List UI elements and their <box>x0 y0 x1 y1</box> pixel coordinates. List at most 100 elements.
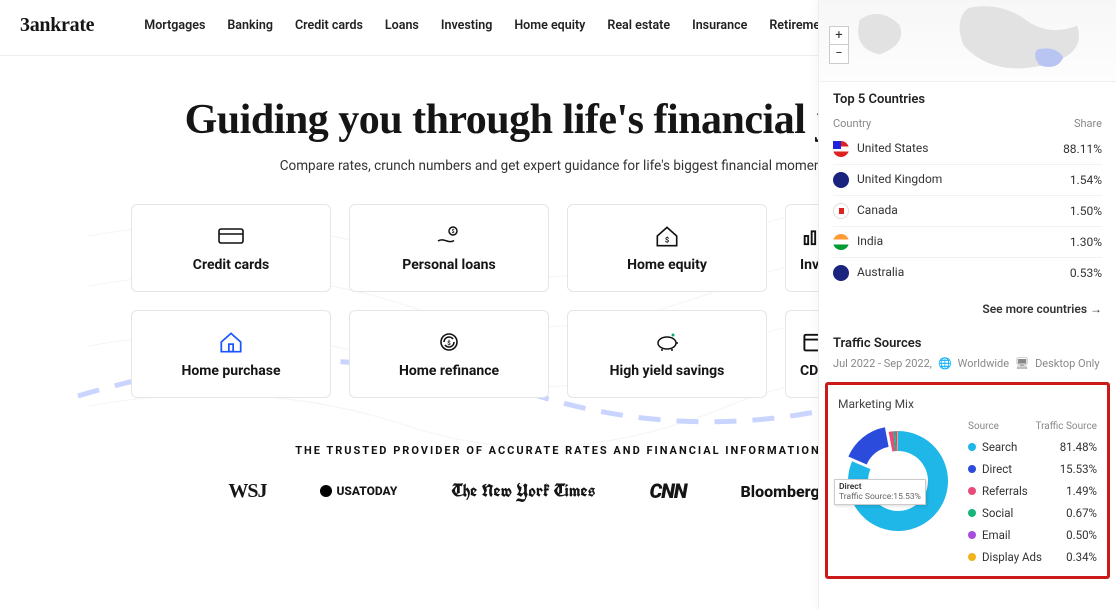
legend-value: 0.34% <box>1066 550 1097 564</box>
nav-loans[interactable]: Loans <box>385 18 419 33</box>
card-high-yield-savings[interactable]: High yield savings <box>567 310 767 398</box>
country-row[interactable]: United States 88.11% <box>833 134 1102 165</box>
legend-value: 15.53% <box>1060 462 1097 476</box>
flag-icon <box>833 172 849 188</box>
nav-real-estate[interactable]: Real estate <box>607 18 670 33</box>
legend-value: 81.48% <box>1060 440 1097 454</box>
donut-tooltip: Direct Traffic Source:15.53% <box>834 479 926 505</box>
legend-value: 1.49% <box>1066 484 1097 498</box>
svg-text:$: $ <box>447 340 451 347</box>
legend-value: 0.67% <box>1066 506 1097 520</box>
nav-mortgages[interactable]: Mortgages <box>144 18 205 33</box>
traffic-sources-section: Traffic Sources Jul 2022 - Sep 2022, 🌐 W… <box>819 324 1116 376</box>
country-name: India <box>857 234 883 248</box>
legend-label: Referrals <box>982 484 1028 498</box>
legend-label: Email <box>982 528 1010 542</box>
country-name: Canada <box>857 203 898 217</box>
legend-label: Social <box>982 506 1013 520</box>
svg-text:$: $ <box>665 235 669 244</box>
country-share: 0.53% <box>1070 266 1102 280</box>
marketing-mix-donut[interactable]: Direct Traffic Source:15.53% <box>838 421 958 541</box>
col-share: Share <box>1074 117 1102 130</box>
legend-row[interactable]: Email 0.50% <box>968 524 1097 546</box>
nav-investing[interactable]: Investing <box>441 18 492 33</box>
legend-swatch <box>968 531 976 539</box>
legend-swatch <box>968 553 976 561</box>
flag-icon <box>833 203 849 219</box>
legend-hdr-traffic: Traffic Source <box>1036 421 1097 432</box>
nyt-logo: The New York Times <box>451 479 595 503</box>
refinance-icon: $ <box>435 329 463 355</box>
marketing-mix-title: Marketing Mix <box>838 397 1097 411</box>
nav-home-equity[interactable]: Home equity <box>514 18 585 33</box>
nav-insurance[interactable]: Insurance <box>692 18 747 33</box>
main-nav: Mortgages Banking Credit cards Loans Inv… <box>144 18 831 33</box>
hand-coin-icon: $ <box>435 223 463 249</box>
card-label: Home equity <box>627 257 707 273</box>
card-credit-cards[interactable]: Credit cards <box>131 204 331 292</box>
wsj-logo: WSJ <box>228 480 266 503</box>
country-row[interactable]: United Kingdom1.54% <box>833 165 1102 196</box>
marketing-mix-legend: Source Traffic Source Search 81.48% Direct… <box>968 421 1097 568</box>
cnn-logo: CNN <box>650 479 687 503</box>
usatoday-logo: USATODAY <box>320 484 397 498</box>
traffic-sources-subtitle: Jul 2022 - Sep 2022, 🌐 Worldwide 🖥 Deskt… <box>833 357 1102 370</box>
legend-label: Display Ads <box>982 550 1042 564</box>
credit-card-icon <box>217 223 245 249</box>
zoom-out-button[interactable]: − <box>830 45 848 63</box>
card-home-purchase[interactable]: Home purchase <box>131 310 331 398</box>
flag-icon <box>833 265 849 281</box>
country-row[interactable]: Australia 0.53% <box>833 258 1102 288</box>
country-share: 1.50% <box>1070 204 1102 218</box>
legend-row[interactable]: Display Ads 0.34% <box>968 546 1097 568</box>
legend-value: 0.50% <box>1066 528 1097 542</box>
top-countries-title: Top 5 Countries <box>833 92 1102 107</box>
svg-text:$: $ <box>452 228 455 235</box>
country-share: 88.11% <box>1063 142 1102 156</box>
donut-slice[interactable] <box>848 427 888 464</box>
flag-icon <box>833 141 849 157</box>
country-share: 1.54% <box>1070 173 1102 187</box>
legend-label: Search <box>982 440 1017 454</box>
bloomberg-logo: Bloomberg <box>741 482 820 501</box>
flag-icon <box>833 234 849 250</box>
legend-label: Direct <box>982 462 1012 476</box>
desktop-icon: 🖥 <box>1015 357 1029 370</box>
house-icon <box>217 329 245 355</box>
card-label: High yield savings <box>610 363 725 379</box>
nav-credit-cards[interactable]: Credit cards <box>295 18 363 33</box>
country-row[interactable]: India 1.30% <box>833 227 1102 258</box>
legend-row[interactable]: Direct 15.53% <box>968 458 1097 480</box>
map-zoom: + − <box>829 26 849 64</box>
country-name: United States <box>857 141 928 155</box>
card-home-refinance[interactable]: $ Home refinance <box>349 310 549 398</box>
world-map[interactable]: + − <box>819 0 1116 82</box>
card-home-equity[interactable]: $ Home equity <box>567 204 767 292</box>
legend-row[interactable]: Social 0.67% <box>968 502 1097 524</box>
legend-swatch <box>968 509 976 517</box>
card-label: Credit cards <box>193 257 269 273</box>
country-share: 1.30% <box>1070 235 1102 249</box>
legend-row[interactable]: Search 81.48% <box>968 436 1097 458</box>
legend-row[interactable]: Referrals 1.49% <box>968 480 1097 502</box>
card-label: Personal loans <box>402 257 495 273</box>
marketing-mix-box: Marketing Mix Direct Traffic Source:15.5… <box>825 382 1110 579</box>
card-label: Home refinance <box>399 363 499 379</box>
country-row[interactable]: Canada 1.50% <box>833 196 1102 227</box>
globe-icon: 🌐 <box>938 357 952 370</box>
house-dollar-icon: $ <box>653 223 681 249</box>
see-more-countries-link[interactable]: See more countries → <box>819 294 1116 324</box>
card-personal-loans[interactable]: $ Personal loans <box>349 204 549 292</box>
legend-swatch <box>968 465 976 473</box>
nav-banking[interactable]: Banking <box>227 18 273 33</box>
legend-swatch <box>968 443 976 451</box>
traffic-sources-title: Traffic Sources <box>833 336 1102 351</box>
zoom-in-button[interactable]: + <box>830 27 848 45</box>
legend-hdr-source: Source <box>968 421 999 432</box>
country-name: Australia <box>857 265 904 279</box>
logo[interactable]: 3ankrate <box>20 14 94 37</box>
top-countries-section: Top 5 Countries Country Share United Sta… <box>819 82 1116 294</box>
card-label: CD <box>800 363 818 379</box>
col-country: Country <box>833 117 871 130</box>
legend-swatch <box>968 487 976 495</box>
